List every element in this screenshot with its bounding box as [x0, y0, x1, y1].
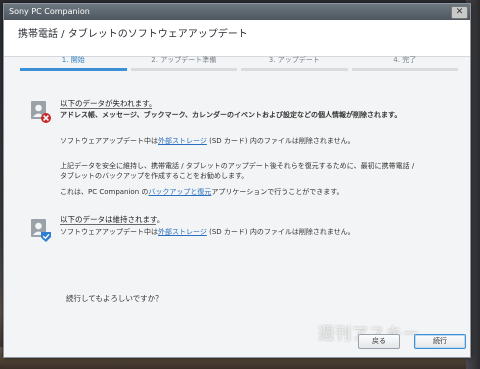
- close-icon: ✕: [455, 7, 464, 17]
- back-button[interactable]: 戻る: [358, 334, 400, 349]
- step-update: 3. アップデート: [241, 55, 348, 73]
- advice-text: 上記データを安全に維持し、携帯電話 / タブレットのアップデート後それらを復元す…: [60, 162, 361, 170]
- step-label: 2. アップデート準備: [151, 56, 217, 64]
- step-progress-bar: [241, 68, 348, 71]
- backup-restore-note: これは、PC Companion のバックアップと復元アプリケーションで行うこと…: [60, 188, 344, 197]
- note-text: (SD カード) 内のファイルは削除されません。: [206, 228, 355, 236]
- backup-advice-line1: 上記データを安全に維持し、携帯電話 / タブレットのアップデート後それらを復元す…: [60, 162, 414, 171]
- continue-button[interactable]: 続行: [414, 334, 466, 349]
- kept-section-title: 以下のデータは維持されます。: [60, 215, 165, 224]
- advice-text: ことをお勧めします。: [179, 172, 249, 180]
- note-text: アプリケーションで行うことができます。: [211, 188, 344, 196]
- section-divider: [60, 108, 152, 109]
- confirm-question: 続行してもよろしいですか？: [66, 294, 163, 303]
- kept-external-note: ソフトウェアアップデート中は外部ストレージ (SD カード) 内のファイルは削除…: [60, 228, 355, 237]
- step-progress-bar: [351, 68, 458, 71]
- page-header: 携帯電話 / タブレットのソフトウェアアップデート: [4, 20, 470, 57]
- note-text: (SD カード) 内のファイルは削除されません。: [206, 137, 355, 145]
- step-label: 1. 開始: [61, 56, 85, 64]
- page-title: 携帯電話 / タブレットのソフトウェアアップデート: [18, 29, 248, 40]
- external-storage-link[interactable]: 外部ストレージ: [158, 228, 207, 236]
- external-storage-link[interactable]: 外部ストレージ: [158, 137, 207, 145]
- lost-external-note: ソフトウェアアップデート中は外部ストレージ (SD カード) 内のファイルは削除…: [60, 137, 355, 146]
- note-text: ソフトウェアアップデート中は: [60, 228, 158, 236]
- advice-bold-text: 最初に携帯電話 /: [360, 162, 415, 170]
- step-prepare: 2. アップデート準備: [130, 55, 237, 73]
- window-title: Sony PC Companion: [9, 7, 90, 16]
- step-progress-bar: [20, 68, 127, 71]
- step-start: 1. 開始: [20, 55, 127, 73]
- step-complete: 4. 完了: [351, 55, 458, 73]
- note-text: ソフトウェアアップデート中は: [60, 137, 158, 145]
- lost-data-list: アドレス帳、メッセージ、ブックマーク、カレンダーのイベントおよび設定などの個人情…: [60, 111, 402, 119]
- backup-advice-line2: タブレットのバックアップを作成することをお勧めします。: [60, 172, 248, 181]
- backup-restore-link[interactable]: バックアップと復元: [148, 188, 211, 196]
- close-button[interactable]: ✕: [451, 6, 468, 19]
- advice-bold-text: タブレットのバックアップを作成する: [60, 172, 179, 180]
- section-divider: [60, 224, 156, 225]
- title-bar: Sony PC Companion ✕: [4, 4, 470, 20]
- note-text: これは、PC Companion の: [60, 188, 149, 196]
- user-delete-icon: [30, 100, 52, 124]
- lost-section-title: 以下のデータが失われます。: [60, 99, 157, 108]
- step-progress-bar: [130, 68, 237, 71]
- step-indicator: 1. 開始 2. アップデート準備 3. アップデート 4. 完了: [20, 55, 458, 73]
- step-label: 3. アップデート: [268, 56, 320, 64]
- user-check-icon: [30, 218, 52, 242]
- step-label: 4. 完了: [393, 56, 417, 64]
